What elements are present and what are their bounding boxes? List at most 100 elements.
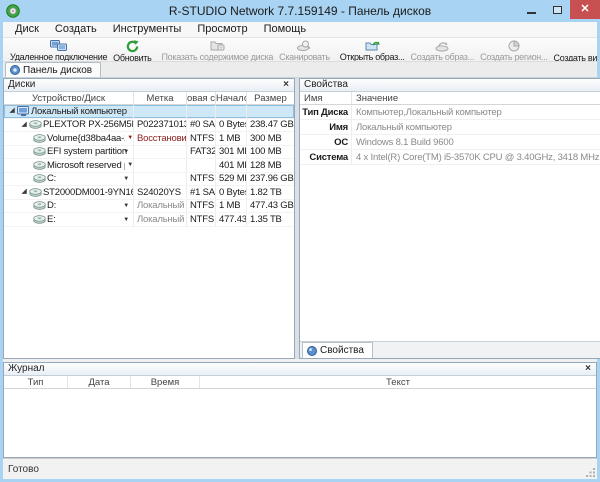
column-size[interactable]: Размер — [247, 92, 294, 104]
minimize-button[interactable] — [518, 0, 544, 19]
column-device[interactable]: Устройство/Диск — [4, 92, 134, 104]
create-image-icon — [435, 40, 449, 52]
table-row-local-computer[interactable]: ◢ Локальный компьютер — [4, 105, 294, 119]
resize-grip-icon[interactable] — [586, 468, 596, 478]
disks-tree: ◢ Локальный компьютер — [4, 105, 294, 358]
close-icon: ✕ — [580, 4, 589, 15]
disks-panel-header: Диски × — [4, 79, 294, 92]
column-time[interactable]: Время — [131, 376, 200, 388]
disk-icon — [33, 134, 47, 143]
create-image-button: Создать образ... — [408, 39, 478, 61]
log-column-headers: Тип Дата Время Текст — [4, 376, 596, 389]
show-disk-content-button: Показать содержимое диска — [159, 39, 277, 61]
column-value[interactable]: Значение — [352, 92, 600, 104]
properties-panel-title: Свойства — [304, 79, 600, 91]
view-tab-bar: Панель дисков — [3, 62, 597, 78]
tab-properties[interactable]: Свойства — [302, 342, 373, 358]
dropdown-arrow-icon[interactable]: ▼ — [127, 135, 133, 141]
log-panel-title: Журнал — [8, 363, 583, 375]
menu-create[interactable]: Создать — [47, 22, 105, 37]
scan-button: Сканировать — [276, 39, 333, 61]
scan-icon — [297, 40, 311, 52]
create-region-icon — [507, 40, 521, 52]
table-row-st2000[interactable]: ◢ ST2000DM001-9YN164 C... S24020YS #1 SA… — [4, 186, 294, 200]
disk-icon — [33, 201, 47, 210]
column-type[interactable]: Тип — [4, 376, 68, 388]
dropdown-arrow-icon[interactable]: ▼ — [123, 149, 129, 155]
status-text: Готово — [8, 464, 39, 475]
properties-panel-header: Свойства × — [300, 79, 600, 92]
dropdown-arrow-icon[interactable]: ▼ — [123, 176, 129, 182]
toolbar: Удаленное подключение Обновить Показать … — [3, 38, 597, 62]
properties-column-headers: Имя Значение — [300, 92, 600, 105]
table-row-efi[interactable]: EFI system partition ▼ FAT32 301 MB 100 … — [4, 146, 294, 160]
properties-tab-strip: Свойства — [300, 341, 600, 358]
computer-icon — [17, 106, 31, 117]
log-list — [4, 389, 596, 457]
log-panel: Журнал × Тип Дата Время Текст — [3, 362, 597, 458]
properties-tab-icon — [307, 346, 317, 356]
menu-help[interactable]: Помощь — [256, 22, 315, 37]
title-bar: R-STUDIO Network 7.7.159149 - Панель дис… — [0, 0, 600, 22]
open-image-icon — [365, 40, 380, 52]
window-title: R-STUDIO Network 7.7.159149 - Панель дис… — [0, 4, 600, 18]
refresh-icon — [126, 40, 139, 53]
refresh-button[interactable]: Обновить — [110, 39, 154, 61]
minimize-icon — [527, 12, 536, 14]
disks-panel-title: Диски — [8, 79, 281, 91]
dropdown-arrow-icon[interactable]: ▼ — [123, 203, 129, 209]
close-button[interactable]: ✕ — [570, 0, 600, 19]
disk-icon — [33, 215, 47, 224]
column-date[interactable]: Дата — [68, 376, 131, 388]
column-start[interactable]: Начало — [216, 92, 247, 104]
table-row-e-drive[interactable]: E: ▼ Локальный ди... NTFS 477.43 GB 1.35… — [4, 213, 294, 227]
create-virtual-raid-button[interactable]: Создать виртуальный RAID — [551, 39, 597, 61]
column-label[interactable]: Метка — [134, 92, 187, 104]
table-row-c-drive[interactable]: C: ▼ NTFS 529 MB 237.96 GB — [4, 173, 294, 187]
dropdown-arrow-icon[interactable]: ▼ — [123, 217, 129, 223]
column-text[interactable]: Текст — [200, 376, 596, 388]
property-row-disk-type[interactable]: Тип Диска Компьютер,Локальный компьютер — [300, 105, 600, 120]
property-row-os[interactable]: ОС Windows 8.1 Build 9600 — [300, 135, 600, 150]
column-filesystem[interactable]: овая си — [187, 92, 216, 104]
disk-icon — [33, 147, 47, 156]
disk-icon — [29, 188, 43, 197]
open-image-button[interactable]: Открыть образ... — [337, 39, 408, 61]
dropdown-arrow-icon[interactable]: ▼ — [127, 162, 133, 168]
menu-disk[interactable]: Диск — [7, 22, 47, 37]
disk-icon — [29, 120, 43, 129]
disk-icon — [33, 174, 47, 183]
create-region-button: Создать регион... — [477, 39, 550, 61]
disks-panel: Диски × Устройство/Диск Метка овая си На… — [3, 78, 295, 359]
column-name[interactable]: Имя — [300, 92, 352, 104]
disks-panel-close-icon[interactable]: × — [281, 80, 291, 90]
expand-icon[interactable]: ◢ — [19, 187, 29, 197]
table-row-volume[interactable]: Volume{d38ba4aa-24 ▼ Восстановить NTFS 1… — [4, 132, 294, 146]
main-area: Диски × Устройство/Диск Метка овая си На… — [3, 78, 597, 359]
menu-view[interactable]: Просмотр — [189, 22, 255, 37]
remote-connection-button[interactable]: Удаленное подключение — [7, 39, 110, 61]
table-row-plextor[interactable]: ◢ PLEXTOR PX-256M5Pro 1... P02237101359 … — [4, 119, 294, 133]
maximize-button[interactable] — [544, 0, 570, 19]
log-panel-close-icon[interactable]: × — [583, 364, 593, 374]
menu-bar: Диск Создать Инструменты Просмотр Помощь — [3, 22, 597, 38]
property-row-name[interactable]: Имя Локальный компьютер — [300, 120, 600, 135]
disks-column-headers: Устройство/Диск Метка овая си Начало Раз… — [4, 92, 294, 105]
app-window: R-STUDIO Network 7.7.159149 - Панель дис… — [0, 0, 600, 482]
disk-icon — [33, 161, 47, 170]
table-row-d-drive[interactable]: D: ▼ Локальный ди... NTFS 1 MB 477.43 GB — [4, 200, 294, 214]
disk-panel-tab-icon — [10, 65, 20, 75]
expand-icon[interactable]: ◢ — [7, 106, 17, 116]
tab-disk-panel[interactable]: Панель дисков — [5, 62, 101, 77]
table-row-ms-reserved[interactable]: Microsoft reserved p. ▼ 401 MB 128 MB — [4, 159, 294, 173]
status-bar: Готово — [3, 458, 597, 479]
properties-panel: Свойства × Имя Значение Тип Диска Компью… — [299, 78, 600, 359]
maximize-icon — [553, 6, 562, 14]
expand-icon[interactable]: ◢ — [19, 120, 29, 130]
property-row-system[interactable]: Система 4 x Intel(R) Core(TM) i5-3570K C… — [300, 150, 600, 165]
log-panel-header: Журнал × — [4, 363, 596, 376]
properties-list: Тип Диска Компьютер,Локальный компьютер … — [300, 105, 600, 341]
remote-connection-icon — [50, 40, 68, 52]
menu-tools[interactable]: Инструменты — [105, 22, 190, 37]
show-disk-content-icon — [210, 40, 225, 52]
